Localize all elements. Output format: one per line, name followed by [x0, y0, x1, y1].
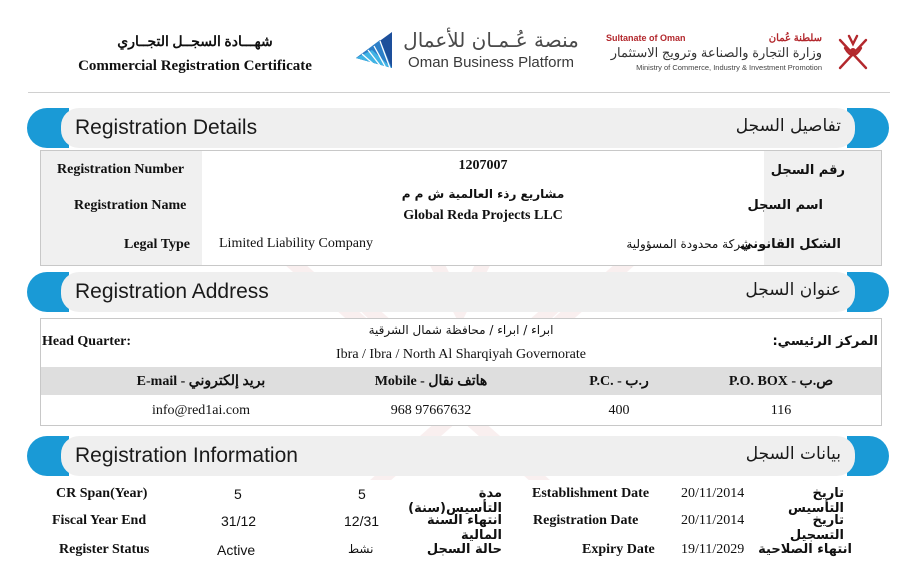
- head-quarter-label-en: Head Quarter:: [42, 334, 132, 349]
- ministry-name-en: Ministry of Commerce, Industry & Investm…: [636, 63, 822, 72]
- registration-information-title-en: Registration Information: [75, 444, 298, 467]
- registration-address-box: Head Quarter: المركز الرئيسي: ابراء / اب…: [40, 318, 882, 426]
- registration-address-title-ar: عنوان السجل: [745, 280, 841, 300]
- address-table-header: E-mail - بريد إلكتروني Mobile - هاتف نقا…: [41, 367, 881, 395]
- head-quarter-en-value: Ibra / Ibra / North Al Sharqiyah Governo…: [336, 347, 586, 362]
- establishment-date-label-en: Establishment Date: [532, 486, 650, 501]
- fiscal-year-en-value: 31/12: [221, 513, 257, 529]
- reg-name-label-en: Registration Name: [74, 198, 187, 213]
- register-status-en-value: Active: [217, 542, 256, 558]
- reg-number-value: 1207007: [458, 158, 508, 173]
- register-status-ar-value: نشط: [348, 542, 374, 556]
- establishment-date-value: 20/11/2014: [681, 486, 745, 501]
- fiscal-year-label-en: Fiscal Year End: [52, 513, 147, 528]
- expiry-date-label-ar: انتهاء الصلاحية: [758, 542, 852, 557]
- registration-details-bar: Registration Details تفاصيل السجل: [27, 108, 889, 148]
- oman-emblem-icon: [838, 34, 868, 70]
- registration-details-title-en: Registration Details: [75, 116, 258, 139]
- registration-date-label-ar: تاريخ التسجيل: [789, 513, 844, 543]
- expiry-date-value: 19/11/2029: [681, 542, 745, 557]
- pobox-value: 116: [770, 403, 792, 418]
- registration-date-label-en: Registration Date: [533, 513, 639, 528]
- head-quarter-ar-value: ابراء / ابراء / محافظة شمال الشرقية: [368, 323, 554, 337]
- certificate-title-en: Commercial Registration Certificate: [78, 58, 312, 74]
- expiry-date-label-en: Expiry Date: [582, 542, 655, 557]
- ministry-block: Sultanate of Oman سلطنة عُمان وزارة التج…: [606, 33, 822, 72]
- registration-address-bar: Registration Address عنوان السجل: [27, 272, 889, 312]
- legal-type-label-en: Legal Type: [124, 237, 190, 252]
- legal-type-ar-value: شركة محدودة المسؤولية: [626, 237, 751, 251]
- fiscal-year-ar-value: 12/31: [344, 513, 380, 529]
- cr-span-en-value: 5: [234, 486, 242, 502]
- reg-name-ar-value: مشاريع رذء العالمية ش م م: [401, 187, 565, 201]
- head-quarter-label-ar: المركز الرئيسي:: [772, 334, 878, 349]
- col-email-header: E-mail - بريد إلكتروني: [136, 374, 266, 389]
- reg-name-en-value: Global Reda Projects LLC: [403, 208, 563, 223]
- col-pobox-header: P.O. BOX - ص.ب: [728, 374, 834, 389]
- reg-number-label-ar: رقم السجل: [770, 163, 845, 178]
- registration-date-value: 20/11/2014: [681, 513, 745, 528]
- email-value: info@red1ai.com: [151, 403, 251, 418]
- registration-information-box: CR Span(Year) 5 5 مدة التأسيس(سنة) Estab…: [40, 480, 880, 566]
- col-mobile-header: Mobile - هاتف نقال: [374, 374, 488, 389]
- registration-information-title-ar: بيانات السجل: [745, 444, 841, 464]
- registration-details-box: Registration Number رقم السجل 1207007 Re…: [40, 150, 882, 266]
- certificate-title-ar: شهـــادة السجــل التجــاري: [117, 35, 273, 50]
- mobile-value: 968 97667632: [390, 403, 472, 418]
- ministry-name-ar: وزارة التجارة والصناعة وترويج الاستثمار: [610, 45, 822, 60]
- platform-name-en: Oman Business Platform: [408, 54, 574, 71]
- cr-span-ar-value: 5: [358, 486, 366, 502]
- reg-number-label-en: Registration Number: [57, 162, 185, 177]
- cr-span-label-en: CR Span(Year): [56, 486, 148, 501]
- register-status-label-ar: حالة السجل: [426, 542, 502, 557]
- cr-span-label-ar: مدة التأسيس(سنة): [408, 486, 502, 516]
- fiscal-year-label-ar: انتهاء السنة المالية: [426, 513, 502, 543]
- registration-information-bar: Registration Information بيانات السجل: [27, 436, 889, 476]
- header-divider: [28, 92, 890, 93]
- establishment-date-label-ar: تاريخ التأسيس: [788, 486, 844, 516]
- oman-business-platform-logo: [356, 32, 392, 69]
- legal-type-en-value: Limited Liability Company: [219, 236, 373, 251]
- registration-details-title-ar: تفاصيل السجل: [735, 116, 841, 136]
- sultanate-en: Sultanate of Oman: [606, 33, 686, 43]
- sultanate-ar: سلطنة عُمان: [768, 33, 822, 44]
- register-status-label-en: Register Status: [59, 542, 150, 557]
- legal-type-label-ar: الشكل القانوني: [740, 237, 841, 252]
- platform-name-ar: منصة عُـمـان للأعمال: [403, 28, 579, 52]
- registration-address-title-en: Registration Address: [75, 280, 269, 303]
